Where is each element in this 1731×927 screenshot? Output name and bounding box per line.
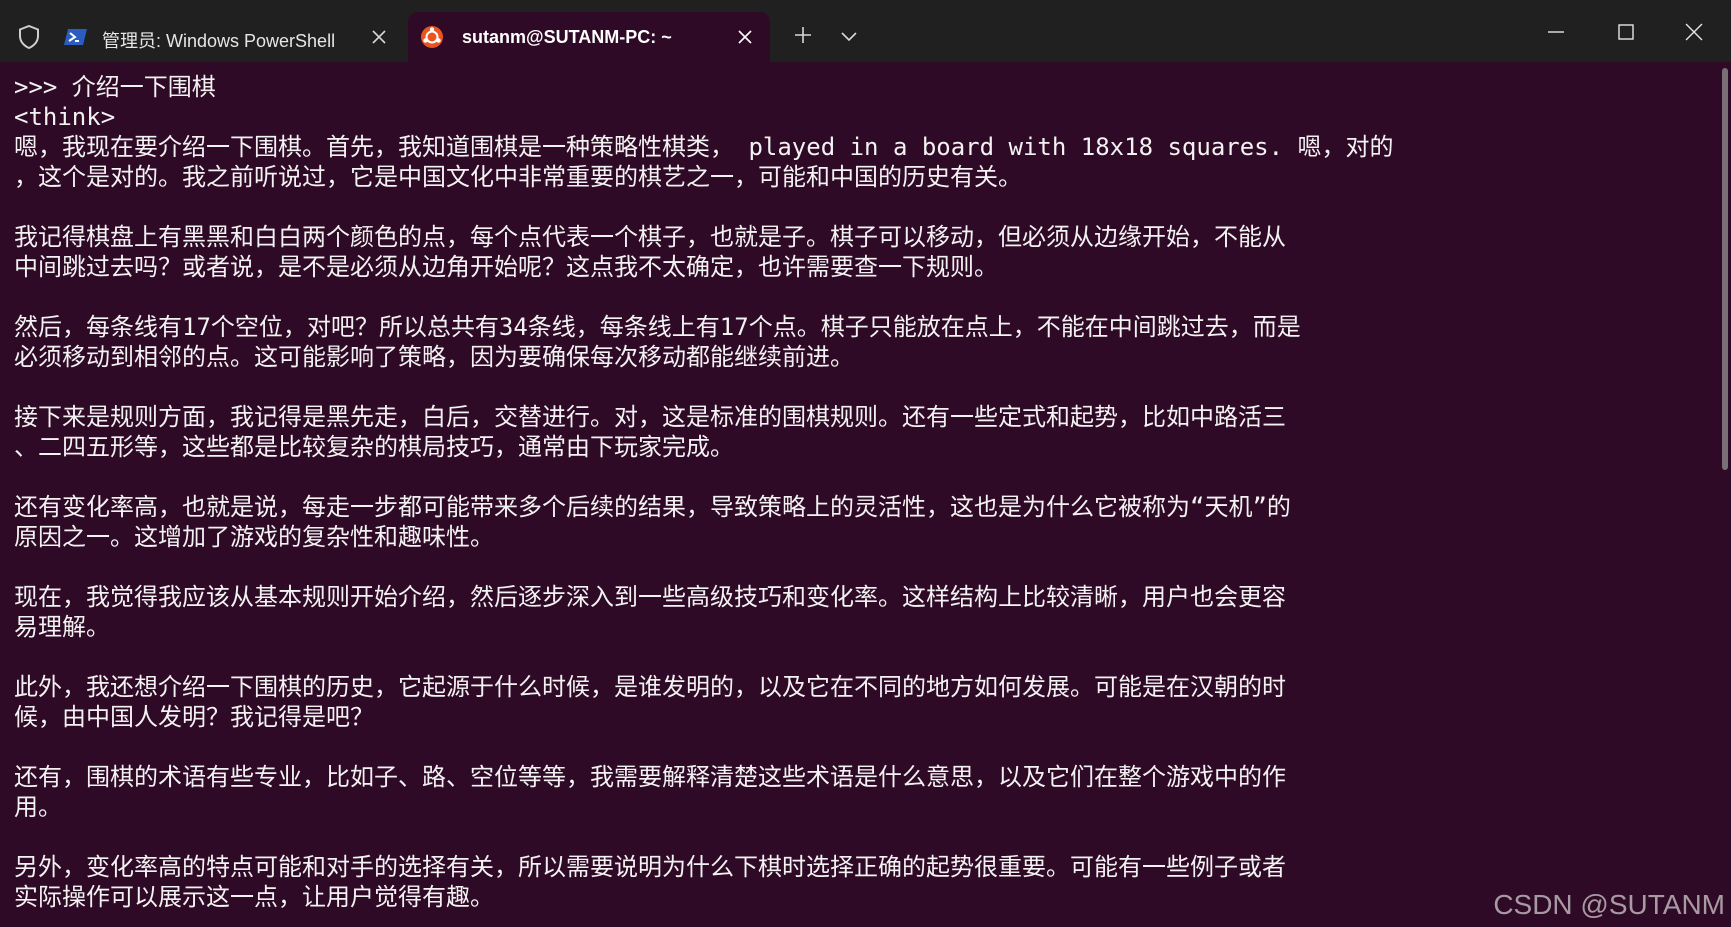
terminal-line: 我记得棋盘上有黑黑和白白两个颜色的点，每个点代表一个棋子，也就是子。棋子可以移动…: [14, 223, 1286, 251]
terminal-line: 接下来是规则方面，我记得是黑先走，白后，交替进行。对，这是标准的围棋规则。还有一…: [14, 403, 1286, 431]
terminal-text: >>> 介绍一下围棋 <think> 嗯，我现在要介绍一下围棋。首先，我知道围棋是一…: [14, 72, 1704, 912]
minimize-icon: [1548, 31, 1564, 33]
terminal-line: 用。: [14, 793, 62, 821]
tab-title: sutanm@SUTANM-PC: ~: [462, 27, 672, 47]
terminal-line: >>> 介绍一下围棋: [14, 73, 216, 101]
terminal-line: 还有变化率高，也就是说，每走一步都可能带来多个后续的结果，导致策略上的灵活性，这…: [14, 493, 1291, 521]
scrollbar-thumb[interactable]: [1722, 68, 1728, 470]
window-close-button[interactable]: [1666, 14, 1722, 50]
ubuntu-icon: [420, 25, 444, 49]
watermark: CSDN @SUTANM: [1493, 889, 1725, 920]
shield-icon: [16, 24, 42, 50]
terminal-line: 中间跳过去吗？或者说，是不是必须从边角开始呢？这点我不太确定，也许需要查一下规则…: [14, 253, 998, 281]
terminal-line: 此外，我还想介绍一下围棋的历史，它起源于什么时候，是谁发明的，以及它在不同的地方…: [14, 673, 1286, 701]
chevron-down-icon: [841, 32, 857, 42]
terminal-line: 实际操作可以展示这一点，让用户觉得有趣。: [14, 883, 494, 911]
close-icon: [1685, 23, 1703, 41]
maximize-icon: [1618, 24, 1634, 40]
terminal-line: 另外，变化率高的特点可能和对手的选择有关，所以需要说明为什么下棋时选择正确的起势…: [14, 853, 1286, 881]
terminal-line: ，这个是对的。我之前听说过，它是中国文化中非常重要的棋艺之一，可能和中国的历史有…: [14, 163, 1022, 191]
terminal-line: 易理解。: [14, 613, 110, 641]
close-icon[interactable]: [368, 26, 390, 48]
new-tab-button[interactable]: [790, 22, 816, 48]
terminal-line: 然后，每条线有17个空位，对吧？所以总共有34条线，每条线上有17个点。棋子只能…: [14, 313, 1301, 341]
title-bar[interactable]: 管理员: Windows PowerShell sutanm@SUTANM-PC…: [0, 0, 1731, 62]
maximize-button[interactable]: [1598, 14, 1654, 50]
terminal-line: 候，由中国人发明？我记得是吧？: [14, 703, 374, 731]
powershell-icon: [64, 25, 88, 49]
terminal-output[interactable]: >>> 介绍一下围棋 <think> 嗯，我现在要介绍一下围棋。首先，我知道围棋是一…: [0, 62, 1731, 927]
tab-title: 管理员: Windows PowerShell: [102, 31, 336, 51]
terminal-line: 、二四五形等，这些都是比较复杂的棋局技巧，通常由下玩家完成。: [14, 433, 734, 461]
terminal-line: <think>: [14, 103, 116, 131]
tab-ubuntu[interactable]: sutanm@SUTANM-PC: ~: [408, 12, 770, 62]
tab-dropdown-button[interactable]: [836, 24, 862, 50]
terminal-line: 现在，我觉得我应该从基本规则开始介绍，然后逐步深入到一些高级技巧和变化率。这样结…: [14, 583, 1286, 611]
terminal-line: 原因之一。这增加了游戏的复杂性和趣味性。: [14, 523, 494, 551]
terminal-line: 还有，围棋的术语有些专业，比如子、路、空位等等，我需要解释清楚这些术语是什么意思…: [14, 763, 1286, 791]
plus-icon: [795, 27, 811, 43]
close-icon[interactable]: [734, 26, 756, 48]
terminal-line: 必须移动到相邻的点。这可能影响了策略，因为要确保每次移动都能继续前进。: [14, 343, 854, 371]
minimize-button[interactable]: [1528, 14, 1584, 50]
terminal-window: 管理员: Windows PowerShell sutanm@SUTANM-PC…: [0, 0, 1731, 927]
terminal-line: 嗯，我现在要介绍一下围棋。首先，我知道围棋是一种策略性棋类， played in…: [14, 133, 1394, 161]
tab-powershell[interactable]: 管理员: Windows PowerShell: [52, 12, 404, 62]
